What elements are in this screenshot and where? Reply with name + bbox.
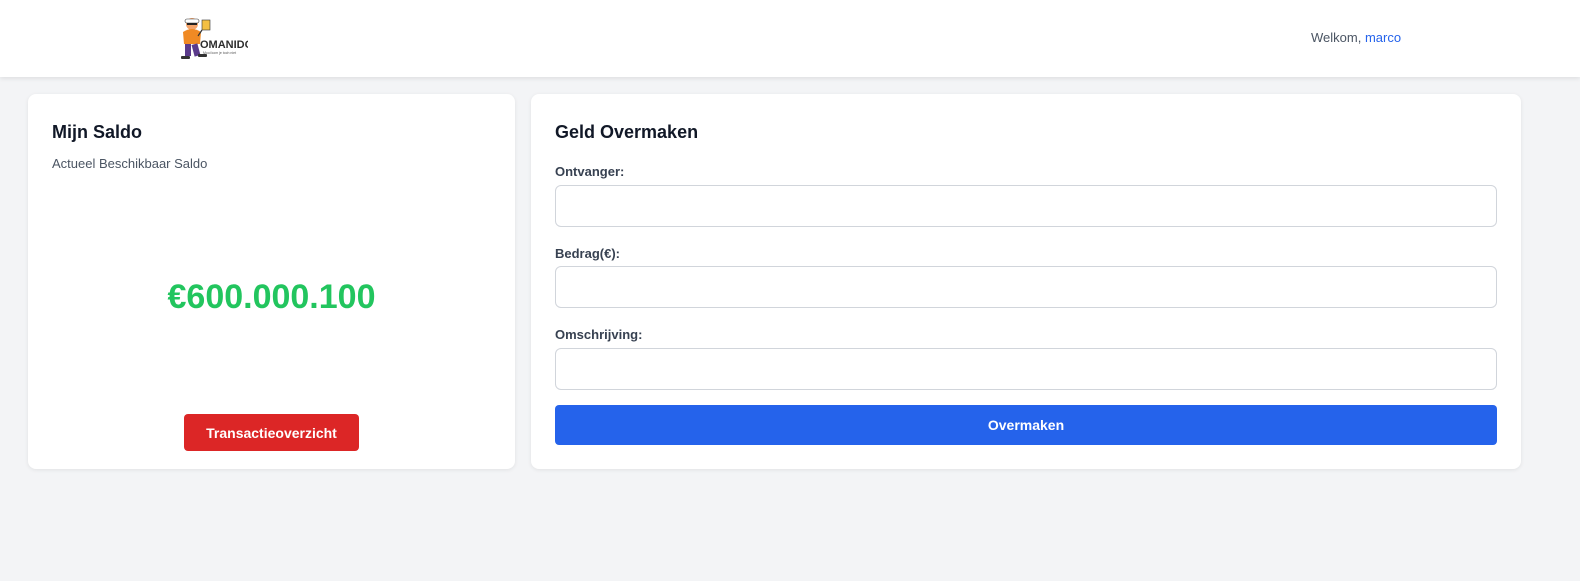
transfer-title: Geld Overmaken — [555, 122, 699, 142]
amount-input[interactable] — [555, 266, 1497, 308]
amount-label: Bedrag(€): — [555, 246, 621, 261]
recipient-input[interactable] — [555, 185, 1497, 227]
transfer-card: Geld Overmaken Ontvanger: Bedrag(€): Oms… — [531, 94, 1521, 469]
transaction-overview-button[interactable]: Transactieoverzicht — [184, 414, 359, 451]
balance-amount: €600.000.100 — [167, 278, 376, 316]
top-navbar: OMANIDO Mooi kom je toch niet Welkom, ma… — [0, 0, 1580, 77]
svg-text:Mooi kom je toch niet: Mooi kom je toch niet — [203, 51, 236, 55]
balance-subtitle: Actueel Beschikbaar Saldo — [52, 156, 208, 171]
recipient-label: Ontvanger: — [555, 164, 625, 179]
description-input[interactable] — [555, 348, 1497, 390]
balance-title: Mijn Saldo — [52, 122, 142, 142]
balance-card: Mijn Saldo Actueel Beschikbaar Saldo €60… — [28, 94, 515, 469]
username-link[interactable]: marco — [1365, 30, 1401, 45]
welcome-label: Welkom, — [1311, 30, 1365, 45]
transfer-submit-button[interactable]: Overmaken — [555, 405, 1497, 445]
welcome-message: Welkom, marco — [1311, 30, 1401, 45]
description-label: Omschrijving: — [555, 327, 643, 342]
svg-text:OMANIDO: OMANIDO — [200, 39, 248, 51]
omanido-logo[interactable]: OMANIDO Mooi kom je toch niet — [176, 14, 254, 62]
